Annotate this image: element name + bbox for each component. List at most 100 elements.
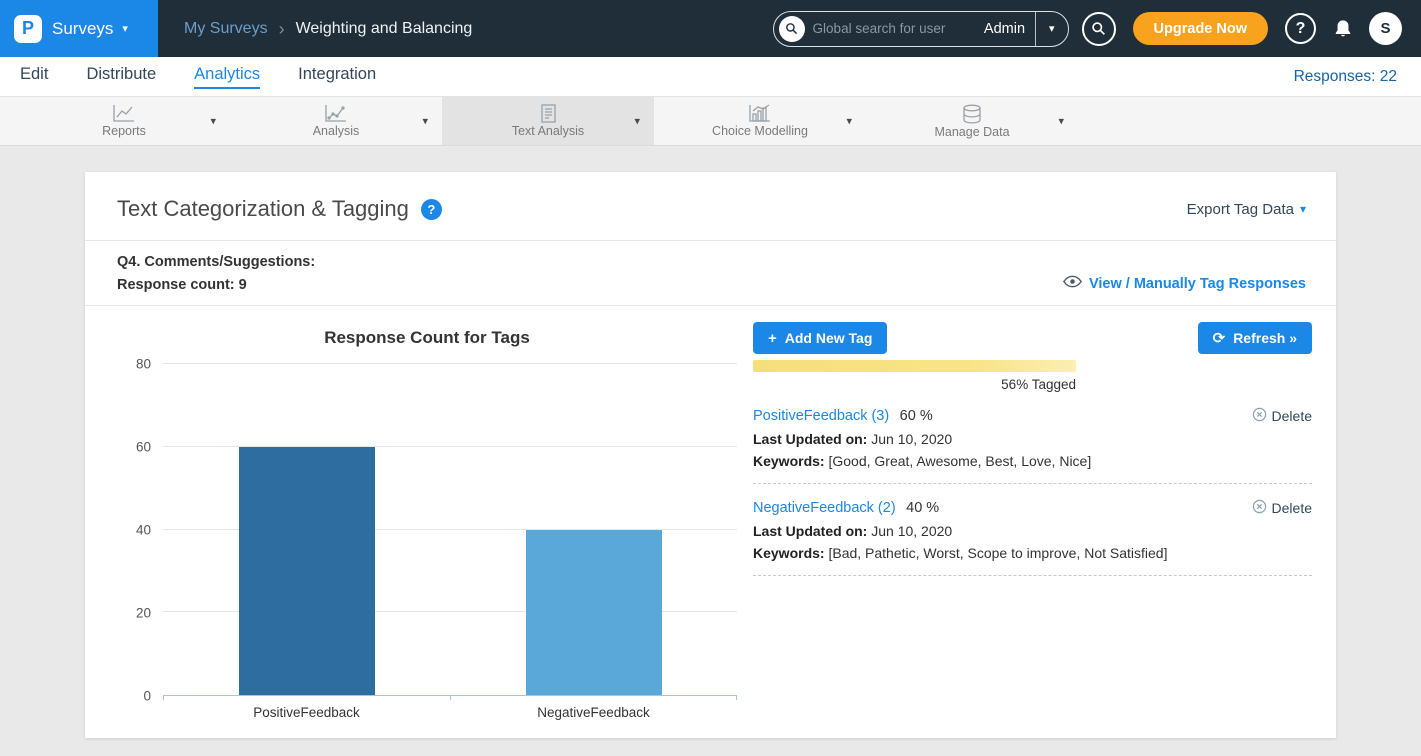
tab-edit[interactable]: Edit [20, 65, 48, 89]
response-count-value: 9 [239, 277, 247, 293]
tags-panel: + Add New Tag ⟳ Refresh » 56% Tagged [753, 322, 1312, 720]
response-count: Response count: 9 [117, 277, 315, 293]
surveys-product-switcher[interactable]: P Surveys ▾ [0, 0, 158, 57]
axis-tick [163, 695, 164, 700]
toolbar-label: Manage Data [934, 125, 1009, 139]
eye-icon [1063, 275, 1082, 292]
add-new-tag-button[interactable]: + Add New Tag [753, 322, 887, 354]
y-tick-label: 40 [136, 523, 151, 538]
help-button[interactable]: ? [1285, 13, 1316, 44]
tab-analytics[interactable]: Analytics [194, 65, 260, 89]
dashed-divider [753, 483, 1312, 484]
search-scope-select[interactable]: Admin [980, 21, 1035, 37]
bar-chart: Response Count for Tags 020406080 Positi… [117, 322, 737, 720]
dropdown-caret-icon[interactable]: ▾ [846, 115, 852, 128]
add-new-tag-label: Add New Tag [785, 330, 873, 346]
breadcrumb-my-surveys[interactable]: My Surveys [184, 20, 268, 38]
bar-PositiveFeedback[interactable] [239, 447, 375, 695]
refresh-button[interactable]: ⟳ Refresh » [1198, 322, 1312, 354]
tag-percent: 40 % [906, 500, 939, 516]
survey-nav: Edit Distribute Analytics Integration Re… [0, 57, 1421, 97]
export-tag-data-button[interactable]: Export Tag Data ▾ [1187, 201, 1306, 218]
product-name: Surveys [52, 19, 113, 39]
search-scope-caret-icon[interactable]: ▾ [1036, 22, 1068, 35]
upgrade-now-button[interactable]: Upgrade Now [1133, 12, 1268, 45]
search-icon [779, 16, 805, 42]
notifications-bell-icon[interactable] [1333, 18, 1353, 39]
tagged-progress-bar [753, 360, 1076, 372]
x-tick-label: NegativeFeedback [450, 696, 737, 720]
delete-label: Delete [1272, 408, 1312, 424]
global-search-input[interactable] [813, 21, 980, 36]
caret-down-icon: ▾ [1300, 202, 1306, 216]
tagged-progress-label: 56% Tagged [753, 377, 1076, 392]
y-tick-label: 0 [143, 689, 151, 704]
global-search: Admin ▾ [773, 11, 1069, 47]
delete-label: Delete [1272, 500, 1312, 516]
area-chart-icon [324, 104, 348, 123]
questionpro-logo: P [14, 15, 42, 43]
toolbar-label: Text Analysis [512, 124, 584, 138]
chart-title: Response Count for Tags [117, 328, 737, 348]
search-button[interactable] [1082, 12, 1116, 46]
line-chart-icon [112, 104, 136, 123]
tag-item: PositiveFeedback (3) 60 % Delete Last Up… [753, 407, 1312, 484]
dropdown-caret-icon[interactable]: ▾ [210, 115, 216, 128]
content-area: Text Categorization & Tagging ? Export T… [0, 146, 1421, 756]
circle-x-icon [1252, 499, 1267, 517]
chevron-down-icon: ▾ [122, 22, 128, 35]
user-avatar[interactable]: S [1369, 12, 1402, 45]
view-link-label: View / Manually Tag Responses [1089, 276, 1306, 292]
plus-icon: + [768, 331, 777, 346]
delete-tag-button[interactable]: Delete [1252, 499, 1312, 517]
question-label: Q4. Comments/Suggestions: [117, 254, 315, 270]
top-header: P Surveys ▾ My Surveys › Weighting and B… [0, 0, 1421, 57]
chart-bars [163, 364, 737, 695]
search-icon [1091, 21, 1106, 36]
tab-label: Analytics [194, 65, 260, 89]
question-row: Q4. Comments/Suggestions: Response count… [85, 241, 1336, 305]
toolbar-manage-data[interactable]: Manage Data ▾ [866, 97, 1078, 145]
page: P Surveys ▾ My Surveys › Weighting and B… [0, 0, 1421, 756]
toolbar-reports[interactable]: Reports ▾ [18, 97, 230, 145]
delete-tag-button[interactable]: Delete [1252, 407, 1312, 425]
tag-last-updated: Last Updated on: Jun 10, 2020 [753, 431, 1312, 447]
dropdown-caret-icon[interactable]: ▾ [634, 115, 640, 128]
bar-NegativeFeedback[interactable] [526, 530, 662, 696]
response-count-label: Response count: [117, 277, 235, 293]
tag-percent: 60 % [900, 408, 933, 424]
header-actions: Admin ▾ Upgrade Now ? S [773, 11, 1421, 47]
tag-keywords: Keywords: [Bad, Pathetic, Worst, Scope t… [753, 545, 1312, 561]
toolbar-label: Analysis [313, 124, 360, 138]
tab-label: Distribute [86, 65, 156, 89]
toolbar-analysis[interactable]: Analysis ▾ [230, 97, 442, 145]
toolbar-label: Choice Modelling [712, 124, 808, 138]
tag-name-link[interactable]: PositiveFeedback (3) [753, 408, 889, 424]
analytics-toolbar: Reports ▾ Analysis ▾ Text Analysis ▾ [0, 97, 1421, 146]
tag-keywords: Keywords: [Good, Great, Awesome, Best, L… [753, 453, 1312, 469]
bar-chart-icon [748, 104, 772, 123]
card-header: Text Categorization & Tagging ? Export T… [85, 172, 1336, 240]
chart-y-axis: 020406080 [117, 364, 163, 696]
view-manually-tag-link[interactable]: View / Manually Tag Responses [1063, 275, 1306, 292]
responses-count[interactable]: Responses: 22 [1294, 68, 1397, 86]
tag-item: NegativeFeedback (2) 40 % Delete Last Up… [753, 499, 1312, 576]
card-body: Response Count for Tags 020406080 Positi… [85, 306, 1336, 738]
tab-distribute[interactable]: Distribute [86, 65, 156, 89]
tab-label: Edit [20, 65, 48, 89]
toolbar-text-analysis[interactable]: Text Analysis ▾ [442, 97, 654, 145]
axis-tick [736, 695, 737, 700]
y-tick-label: 20 [136, 606, 151, 621]
dashed-divider [753, 575, 1312, 576]
toolbar-choice-modelling[interactable]: Choice Modelling ▾ [654, 97, 866, 145]
tag-name-link[interactable]: NegativeFeedback (2) [753, 500, 896, 516]
help-icon[interactable]: ? [421, 199, 442, 220]
dropdown-caret-icon[interactable]: ▾ [422, 115, 428, 128]
chevron-right-icon: › [279, 20, 285, 38]
tab-label: Integration [298, 65, 376, 89]
tab-integration[interactable]: Integration [298, 65, 376, 89]
page-title: Text Categorization & Tagging [117, 196, 409, 222]
y-tick-label: 60 [136, 440, 151, 455]
dropdown-caret-icon[interactable]: ▾ [1058, 115, 1064, 128]
tag-last-updated: Last Updated on: Jun 10, 2020 [753, 523, 1312, 539]
